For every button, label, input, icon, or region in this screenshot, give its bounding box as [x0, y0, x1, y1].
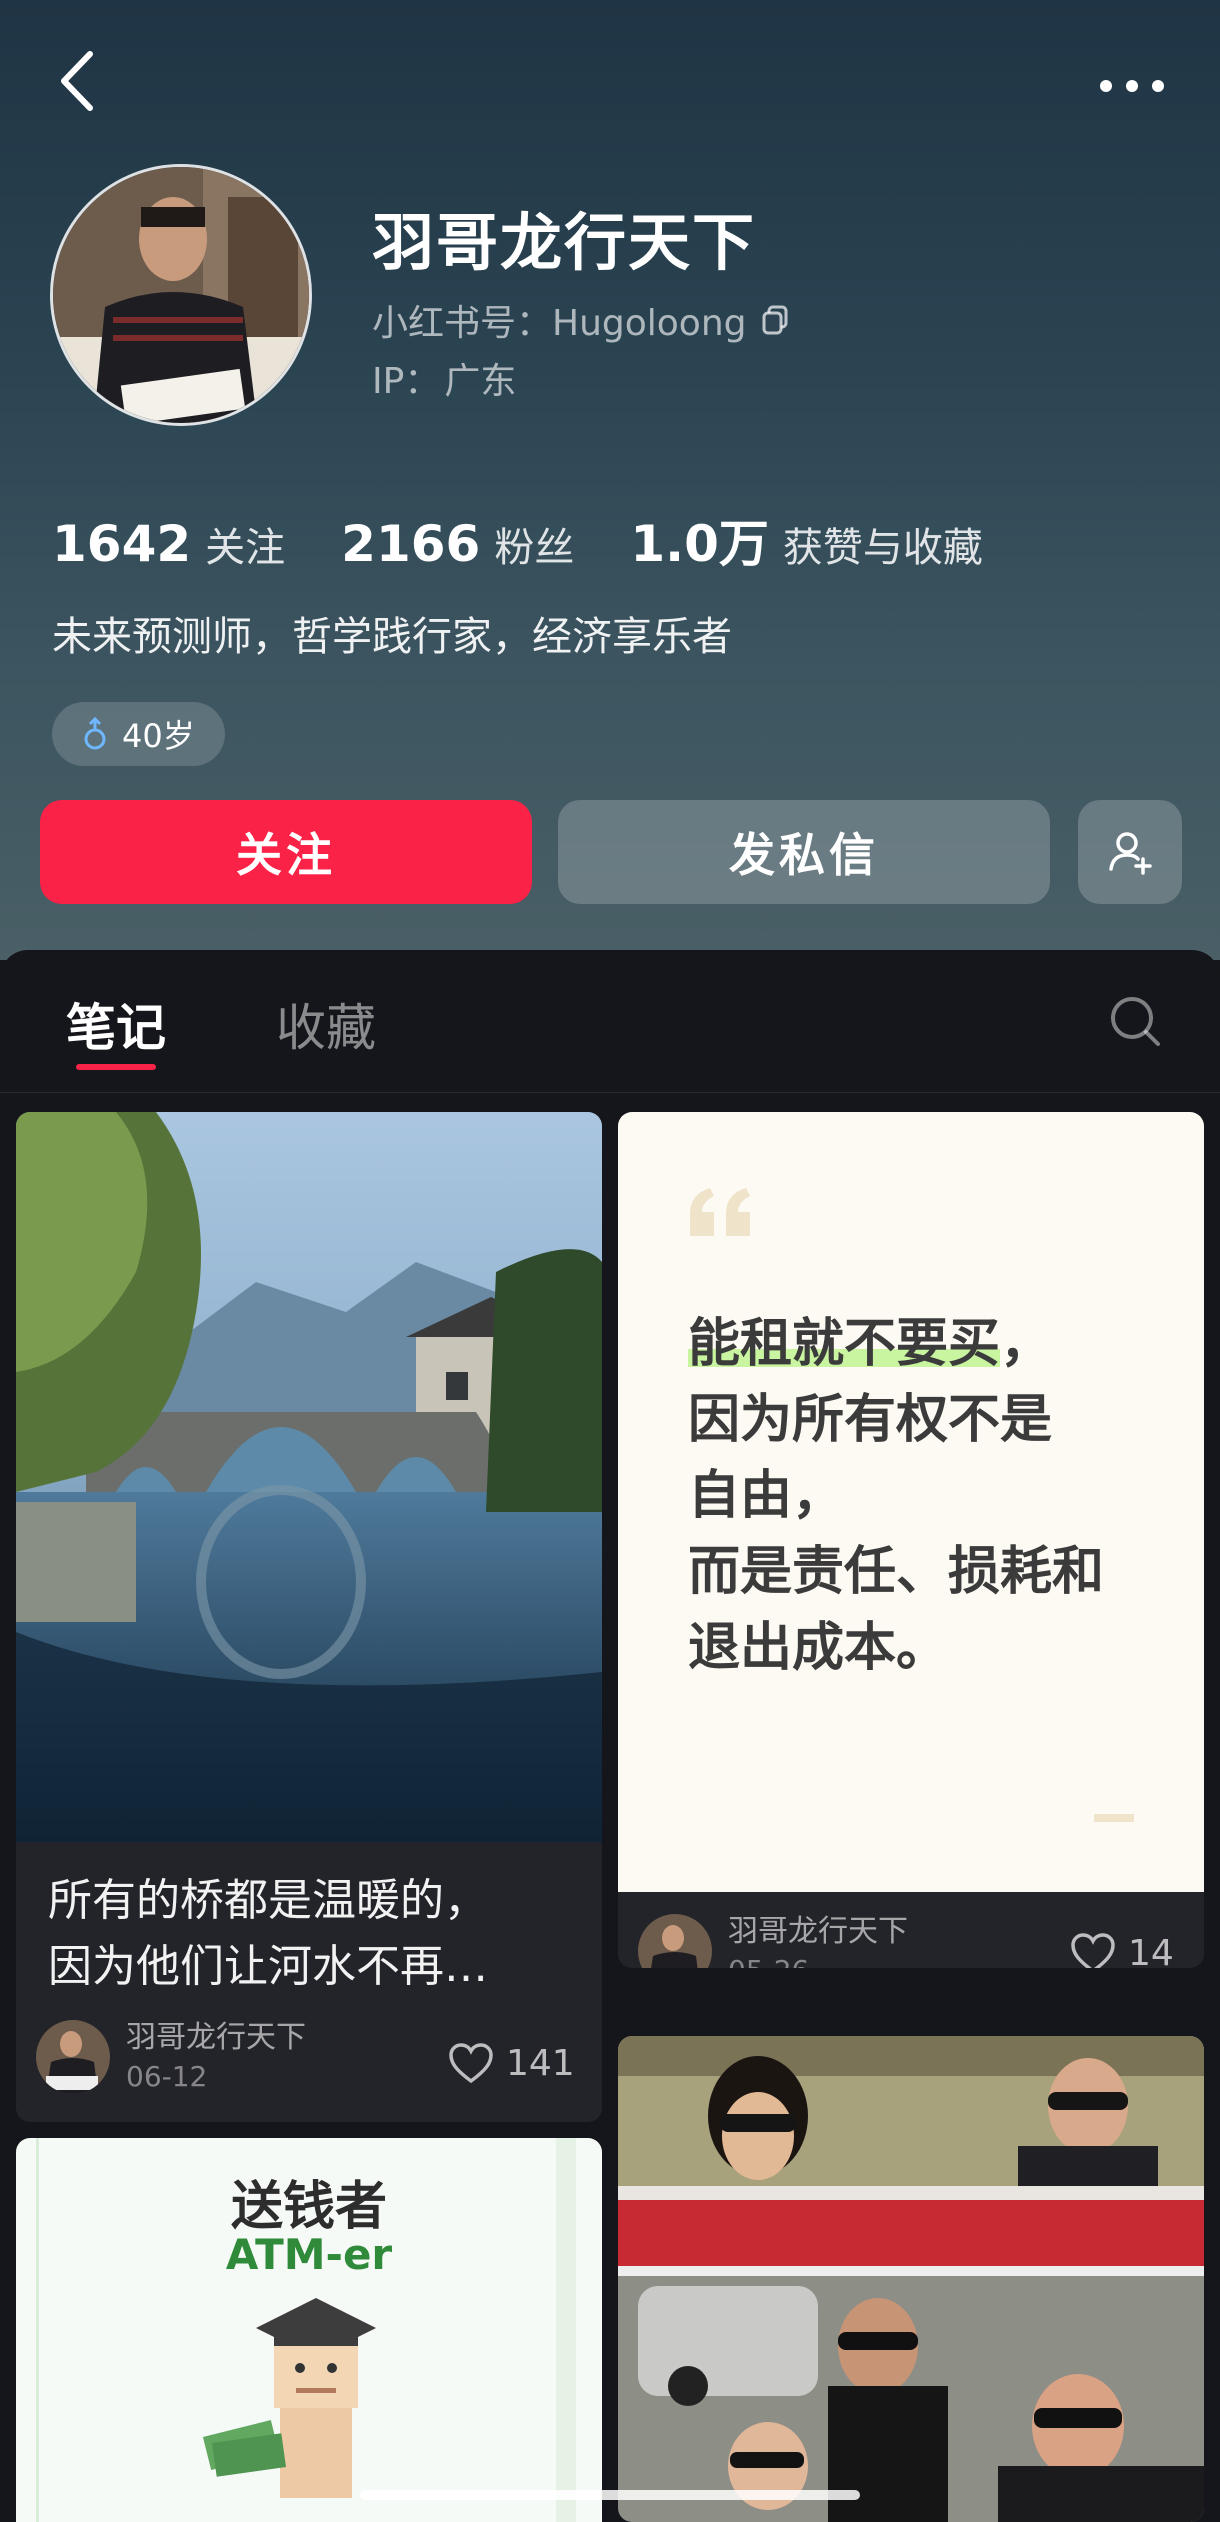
quote-line: 因为所有权不是 — [688, 1390, 1053, 1450]
back-arrow-icon[interactable] — [52, 46, 104, 116]
avatar[interactable] — [50, 164, 312, 426]
note-cover-image — [16, 1112, 602, 1842]
message-button[interactable]: 发私信 — [558, 800, 1050, 904]
tab-indicator — [76, 1064, 156, 1070]
tab-notes[interactable]: 笔记 — [66, 988, 166, 1060]
cartoon-figure-image — [202, 2298, 376, 2498]
search-icon[interactable] — [1108, 994, 1162, 1048]
note-author[interactable]: 羽哥龙行天下 06-12 — [36, 2018, 306, 2096]
tab-bar: 笔记 收藏 — [0, 950, 1220, 1093]
like-number: 14 — [1128, 1932, 1174, 1969]
author-avatar — [638, 1914, 712, 1968]
note-card[interactable]: 所有的桥都是温暖的， 因为他们让河水不再… 羽哥龙行天下 06-12 141 — [16, 1112, 602, 2122]
like-count[interactable]: 141 — [448, 2042, 575, 2084]
note-title-line: 所有的桥都是温暖的， — [48, 1875, 488, 1926]
like-number: 141 — [506, 2042, 575, 2084]
cover-border-left — [36, 2138, 39, 2522]
add-friend-button[interactable] — [1078, 800, 1182, 904]
stat-likes-collections[interactable]: 1.0万 获赞与收藏 — [630, 504, 983, 576]
content-panel: 笔记 收藏 所有的桥都是温暖的， 因为他们让河水不再… 羽哥龙行天下 06-12… — [0, 950, 1220, 2522]
quote-mark-icon — [690, 1188, 750, 1236]
quote-highlight: 能租就不要买 — [688, 1314, 1001, 1374]
like-count[interactable]: 14 — [1070, 1932, 1174, 1968]
home-indicator[interactable] — [360, 2490, 860, 2500]
user-id-text: 小红书号：Hugoloong — [372, 303, 747, 344]
decorative-dash — [1094, 1814, 1134, 1822]
tab-collections[interactable]: 收藏 — [276, 988, 376, 1060]
age-tag: 40岁 — [52, 702, 225, 766]
stat-followers[interactable]: 2166 粉丝 — [341, 515, 574, 573]
profile-header: 羽哥龙行天下 小红书号：Hugoloong IP： 广东 1642 关注 216… — [0, 0, 1220, 960]
note-title-line: 因为他们让河水不再… — [48, 1941, 488, 1992]
author-avatar — [36, 2020, 110, 2094]
stat-number: 2166 — [341, 515, 481, 573]
note-cover-image — [618, 2036, 1204, 2522]
note-date: 05-26 — [728, 1952, 908, 1968]
stat-label: 粉丝 — [494, 525, 575, 571]
note-cover-subtitle: ATM-er — [225, 2230, 393, 2279]
add-user-icon — [1109, 832, 1152, 875]
note-card[interactable]: 送钱者 ATM-er — [16, 2138, 602, 2522]
author-name: 羽哥龙行天下 — [728, 1914, 908, 1949]
cover-border-right — [556, 2138, 576, 2522]
stats-row: 1642 关注 2166 粉丝 1.0万 获赞与收藏 — [52, 504, 1039, 576]
note-cover-title: 送钱者 — [230, 2177, 387, 2237]
profile-name: 羽哥龙行天下 — [372, 206, 757, 279]
age-text: 40岁 — [122, 717, 195, 755]
stat-label: 获赞与收藏 — [782, 525, 983, 571]
quote-line: 自由， — [688, 1466, 845, 1526]
male-icon — [84, 717, 106, 750]
quote-line: ， — [1000, 1314, 1053, 1374]
note-date: 06-12 — [126, 2060, 208, 2093]
author-name: 羽哥龙行天下 — [126, 2020, 306, 2055]
stat-number: 1642 — [52, 515, 192, 573]
bio: 未来预测师，哲学践行家，经济享乐者 — [52, 614, 732, 660]
note-author[interactable]: 羽哥龙行天下 05-26 — [638, 1912, 908, 1968]
note-cover-image: 能租就不要买， 因为所有权不是 自由， 而是责任、损耗和 退出成本。 — [618, 1112, 1204, 1892]
quote-line: 而是责任、损耗和 — [688, 1542, 1105, 1602]
ip-location: IP： 广东 — [372, 352, 516, 404]
copy-icon[interactable] — [761, 305, 789, 335]
ip-value: 广东 — [444, 361, 517, 402]
stat-following[interactable]: 1642 关注 — [52, 515, 285, 573]
user-id: 小红书号：Hugoloong — [372, 294, 789, 346]
follow-button[interactable]: 关注 — [40, 800, 532, 904]
stat-number: 1.0万 — [630, 515, 769, 573]
more-icon[interactable] — [1096, 66, 1168, 106]
heart-icon — [1071, 1933, 1115, 1968]
stat-label: 关注 — [205, 525, 286, 571]
heart-icon — [449, 2043, 493, 2084]
note-card[interactable] — [618, 2036, 1204, 2522]
quote-text: 能租就不要买， 因为所有权不是 自由， 而是责任、损耗和 退出成本。 — [688, 1306, 1104, 1686]
note-title: 所有的桥都是温暖的， 因为他们让河水不再… — [48, 1868, 568, 2000]
ip-label: IP： — [372, 361, 441, 402]
note-card[interactable]: 能租就不要买， 因为所有权不是 自由， 而是责任、损耗和 退出成本。 羽哥龙行天… — [618, 1112, 1204, 1968]
quote-line: 退出成本。 — [688, 1618, 949, 1678]
